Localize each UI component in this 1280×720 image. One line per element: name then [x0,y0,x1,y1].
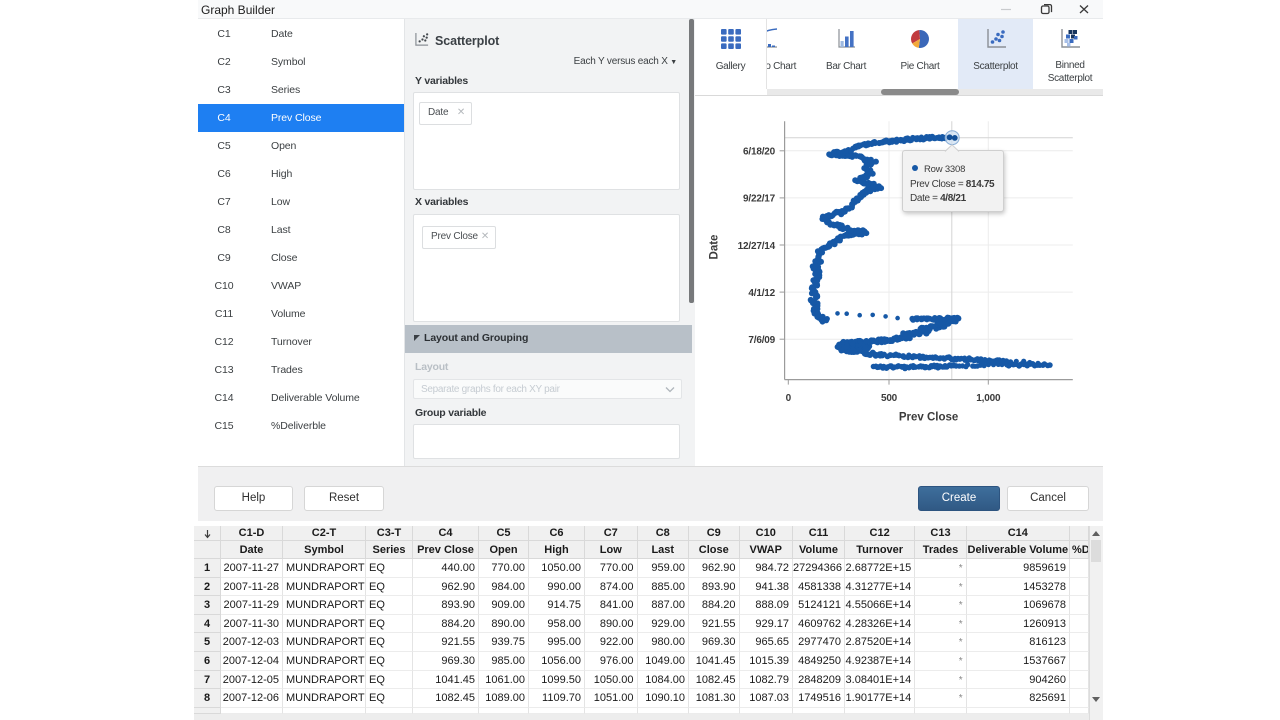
svg-text:9/22/17: 9/22/17 [743,194,776,205]
svg-text:Prev Close: Prev Close [899,412,958,424]
svg-text:12/27/14: 12/27/14 [738,241,776,252]
svg-text:Date: Date [709,235,721,260]
svg-text:7/6/09: 7/6/09 [748,335,775,346]
svg-text:0: 0 [786,393,792,404]
svg-text:500: 500 [881,393,898,404]
svg-text:4/1/12: 4/1/12 [748,288,775,299]
svg-text:1,000: 1,000 [976,393,1001,404]
svg-text:6/18/20: 6/18/20 [743,147,776,158]
